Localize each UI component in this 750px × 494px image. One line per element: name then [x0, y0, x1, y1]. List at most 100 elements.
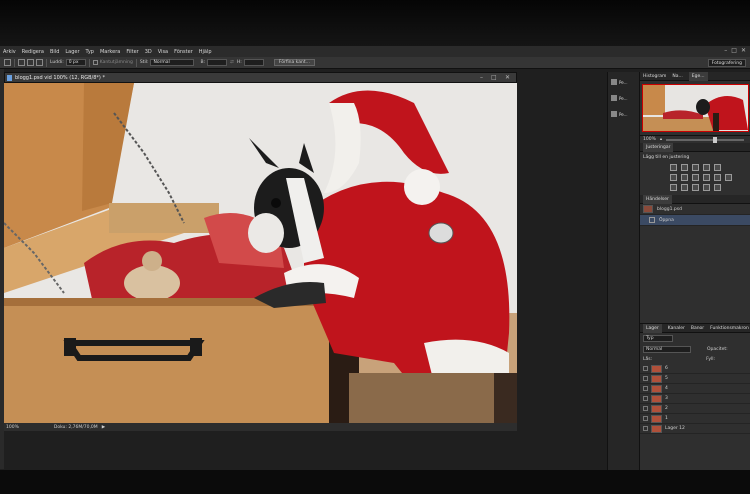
zoom-level[interactable]: 100% [6, 425, 19, 430]
height-input[interactable] [243, 59, 264, 66]
dock-item[interactable]: Pe... [611, 92, 636, 104]
menu-redigera[interactable]: Redigera [19, 49, 47, 55]
exposure-icon[interactable] [703, 164, 710, 171]
dock-item[interactable]: Pe... [611, 108, 636, 120]
selective-color-icon[interactable] [714, 184, 721, 191]
menu-typ[interactable]: Typ [83, 49, 97, 55]
brightness-contrast-icon[interactable] [670, 164, 677, 171]
dock-item[interactable]: Pe... [611, 76, 636, 88]
tab-channels[interactable]: Kanaler [668, 326, 685, 331]
menu-fonster[interactable]: Fönster [171, 49, 196, 55]
fill-label: Fyll: [706, 357, 715, 362]
tab-adjustments[interactable]: Justeringar [643, 142, 674, 152]
visibility-icon[interactable] [643, 386, 648, 391]
document-canvas[interactable] [4, 83, 517, 423]
navigator-thumbnail[interactable] [642, 84, 749, 132]
style-label: Stil: [139, 60, 149, 65]
posterize-icon[interactable] [681, 184, 688, 191]
menu-markera[interactable]: Markera [97, 49, 123, 55]
color-lookup-icon[interactable] [725, 174, 732, 181]
maximize-icon[interactable]: □ [731, 47, 737, 54]
threshold-icon[interactable] [692, 184, 699, 191]
workspace-select[interactable]: Fotografering [707, 59, 746, 67]
minimize-icon[interactable]: – [724, 47, 727, 54]
divider [88, 58, 90, 67]
doc-close-icon[interactable]: ✕ [505, 74, 510, 81]
layer-name: 3 [665, 396, 668, 401]
visibility-icon[interactable] [643, 366, 648, 371]
tab-histogram[interactable]: Histogram [643, 74, 666, 79]
menu-visa[interactable]: Visa [155, 49, 171, 55]
photo-filter-icon[interactable] [703, 174, 710, 181]
blank-slot [736, 164, 743, 171]
navigator-zoom-slider[interactable] [666, 136, 744, 143]
menu-filter[interactable]: Filter [123, 49, 141, 55]
new-selection-icon[interactable] [18, 59, 25, 66]
menu-3d[interactable]: 3D [142, 49, 155, 55]
visibility-icon[interactable] [643, 416, 648, 421]
layer-row[interactable]: 4 [640, 384, 750, 394]
swap-icon[interactable]: ⇄ [230, 60, 234, 65]
status-arrow-icon[interactable]: ▶ [102, 425, 105, 430]
tab-layers[interactable]: Lager [643, 323, 662, 333]
menu-arkiv[interactable]: Arkiv [0, 49, 19, 55]
invert-icon[interactable] [670, 184, 677, 191]
slider-knob[interactable] [712, 136, 717, 143]
style-select[interactable]: Normal [150, 59, 195, 66]
document-tab[interactable]: blogg1.psd vid 100% (12, RGB/8*) * – □ ✕ [4, 72, 517, 83]
history-state[interactable]: Öppna [640, 215, 750, 226]
layer-row[interactable]: 3 [640, 394, 750, 404]
tab-paths[interactable]: Banor [691, 326, 704, 331]
refine-edge-button[interactable]: Förfina kant... [273, 59, 315, 66]
tab-actions[interactable]: Funktionsmakron [710, 326, 749, 331]
screen-bezel-top [0, 0, 750, 46]
marquee-tool-icon[interactable] [4, 59, 11, 66]
blend-mode-select[interactable]: Normal [643, 346, 691, 353]
curves-icon[interactable] [692, 164, 699, 171]
tab-navigator[interactable]: Na... [672, 74, 682, 79]
layers-filter-row: Typ [640, 333, 750, 344]
channel-mixer-icon[interactable] [714, 174, 721, 181]
vibrance-icon[interactable] [714, 164, 721, 171]
screen-bezel-bottom [0, 470, 750, 494]
antialias-label: Kantutjämning [99, 60, 133, 65]
gradient-map-icon[interactable] [703, 184, 710, 191]
menu-hjalp[interactable]: Hjälp [196, 49, 215, 55]
color-balance-icon[interactable] [681, 174, 688, 181]
feather-input[interactable]: 0 px [65, 59, 86, 66]
menu-bild[interactable]: Bild [47, 49, 62, 55]
visibility-icon[interactable] [643, 406, 648, 411]
layer-row[interactable]: 6 [640, 364, 750, 374]
layer-name: 2 [665, 406, 668, 411]
tab-info[interactable]: Ege... [688, 71, 708, 81]
width-input[interactable] [207, 59, 228, 66]
zoom-out-icon[interactable]: ▴ [660, 137, 662, 142]
history-snapshot[interactable]: blogg1.psd [640, 204, 750, 215]
visibility-icon[interactable] [643, 426, 648, 431]
navigator-zoom-value[interactable]: 100% [643, 137, 656, 142]
feather-label: Luddi: [50, 60, 64, 65]
dock-item-label: Pe... [619, 95, 628, 101]
subtract-selection-icon[interactable] [36, 59, 43, 66]
layer-row[interactable]: Lager 12 [640, 424, 750, 434]
black-white-icon[interactable] [692, 174, 699, 181]
menu-lager[interactable]: Lager [62, 49, 82, 55]
levels-icon[interactable] [681, 164, 688, 171]
layer-kind-select[interactable]: Typ [643, 335, 673, 342]
visibility-icon[interactable] [643, 376, 648, 381]
hue-saturation-icon[interactable] [670, 174, 677, 181]
tab-history[interactable]: Händelser [643, 194, 672, 204]
close-icon[interactable]: ✕ [741, 47, 746, 54]
dock-item-label: Pe... [619, 111, 628, 117]
history-panel-header: Händelser [640, 194, 750, 204]
layer-row[interactable]: 5 [640, 374, 750, 384]
visibility-icon[interactable] [643, 396, 648, 401]
layer-row[interactable]: 1 [640, 414, 750, 424]
layer-thumbnail [651, 384, 662, 393]
add-selection-icon[interactable] [27, 59, 34, 66]
layer-row[interactable]: 2 [640, 404, 750, 414]
menu-bar: Arkiv Redigera Bild Lager Typ Markera Fi… [0, 46, 750, 57]
doc-minimize-icon[interactable]: – [480, 74, 483, 81]
antialias-checkbox[interactable] [92, 60, 98, 65]
doc-restore-icon[interactable]: □ [491, 74, 497, 81]
